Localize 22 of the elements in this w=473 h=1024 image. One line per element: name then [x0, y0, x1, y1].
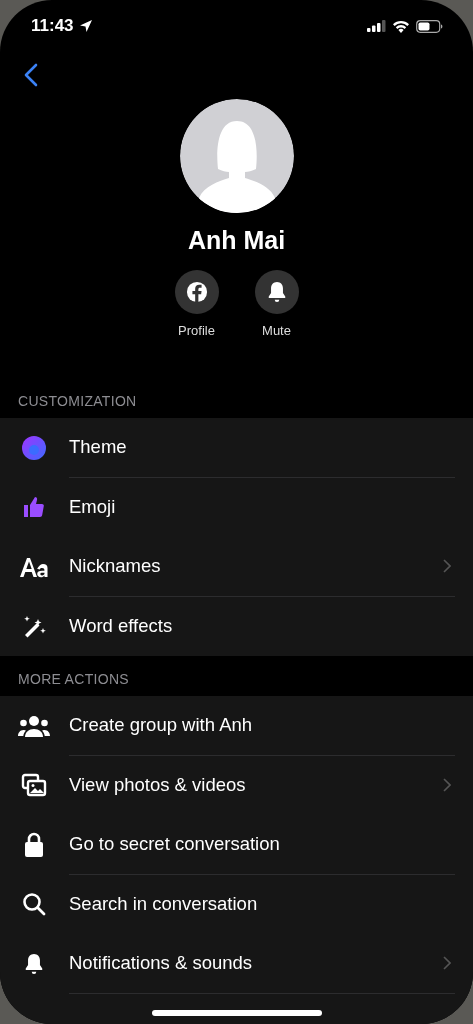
- battery-icon: [416, 19, 443, 33]
- section-header: MORE ACTIONS: [17, 670, 130, 689]
- chevron-right-icon: [443, 559, 451, 574]
- bell-icon: [23, 951, 45, 976]
- photos-icon: [21, 773, 47, 798]
- group-icon: [18, 714, 50, 737]
- location-arrow-icon: [78, 19, 93, 33]
- back-chevron-icon[interactable]: [24, 63, 38, 87]
- facebook-icon: [185, 281, 208, 303]
- section-header: CUSTOMIZATION: [17, 392, 138, 411]
- signal-icon: [367, 20, 386, 32]
- chevron-right-icon: [443, 956, 451, 971]
- status-time: 11:43: [31, 16, 74, 36]
- text-size-icon: [19, 555, 49, 578]
- menu-item[interactable]: Notifications & sounds: [0, 934, 473, 994]
- lock-icon: [24, 831, 44, 858]
- chevron-right-icon: [443, 777, 451, 792]
- search-icon: [22, 892, 46, 917]
- wifi-icon: [392, 19, 410, 33]
- theme-icon: [21, 434, 47, 461]
- profile-name: Anh Mai: [186, 226, 287, 255]
- thumbs-up-icon: [22, 495, 46, 520]
